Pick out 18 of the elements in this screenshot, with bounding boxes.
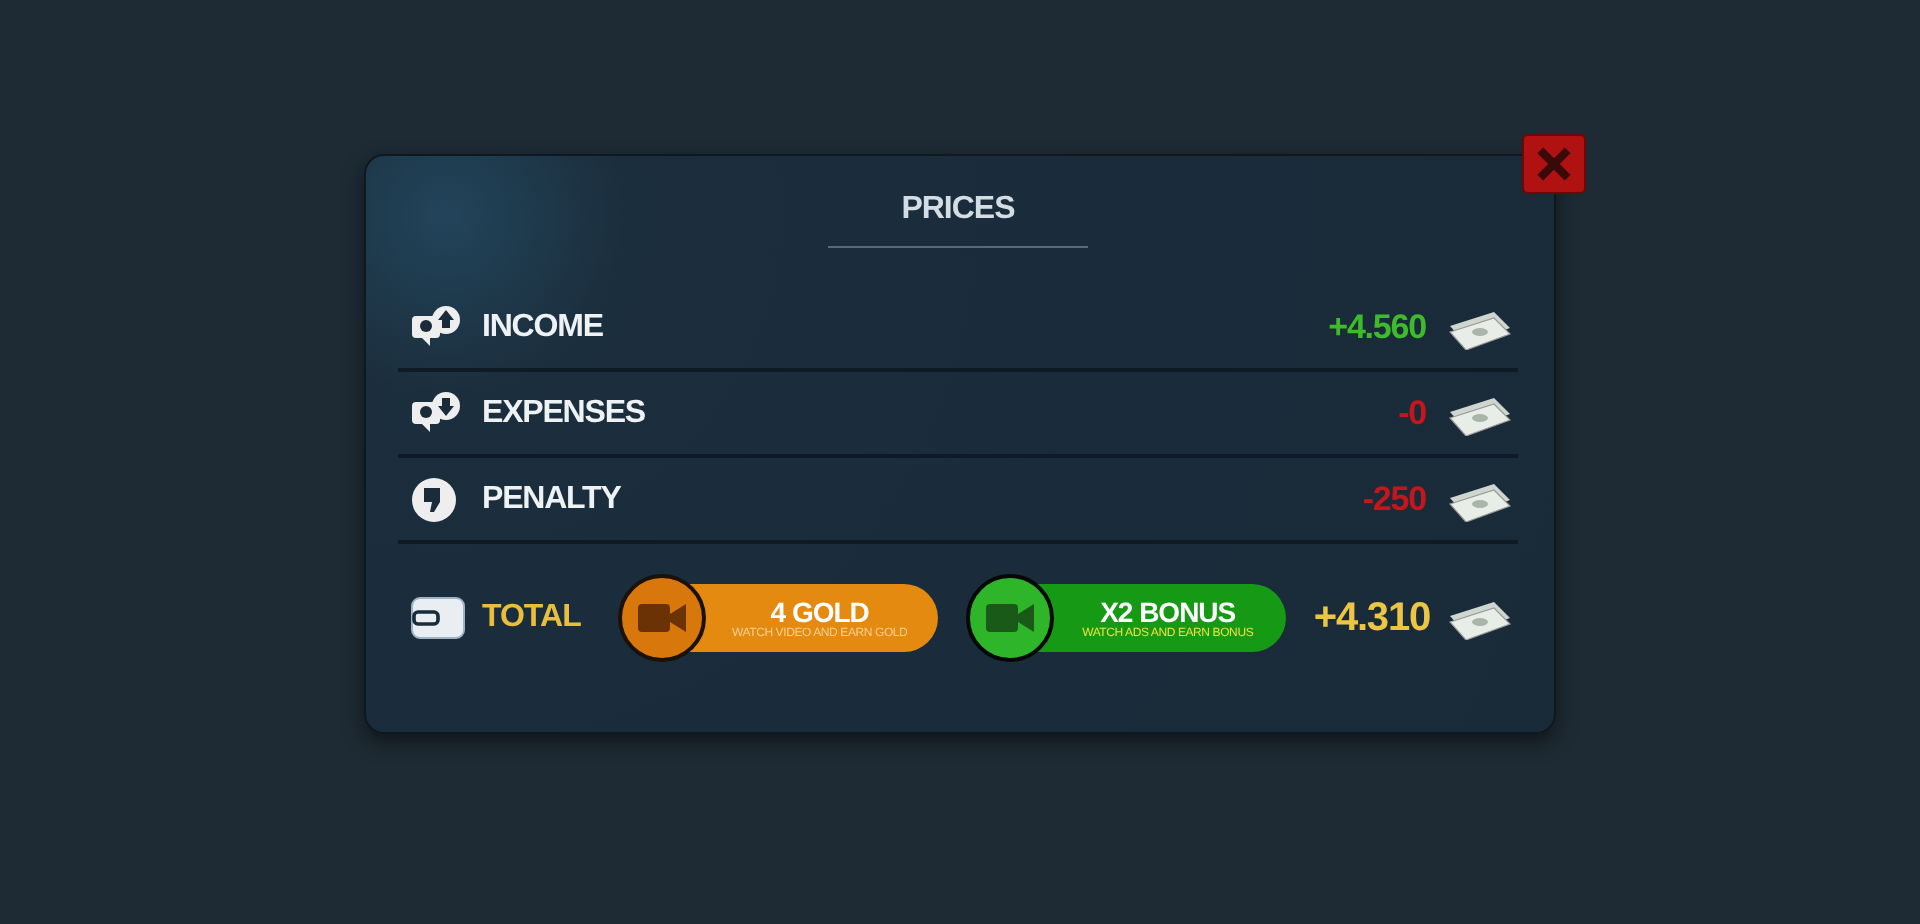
close-button[interactable]	[1522, 134, 1586, 194]
cash-icon	[1446, 596, 1514, 640]
close-icon	[1536, 146, 1572, 182]
row-label: INCOME	[482, 309, 605, 345]
wallet-icon	[410, 594, 466, 642]
people-down-icon	[410, 389, 462, 437]
row-value: +4.560	[1328, 307, 1426, 347]
total-value: +4.310	[1313, 595, 1430, 641]
row-label: EXPENSES	[482, 395, 647, 431]
thumbs-down-icon	[410, 475, 462, 523]
dialog-title: PRICES	[828, 192, 1088, 248]
row-value: -0	[1398, 393, 1426, 433]
row-value: -250	[1362, 479, 1426, 519]
video-camera-icon	[637, 602, 686, 634]
total-label: TOTAL	[482, 600, 583, 636]
people-up-icon	[410, 303, 462, 351]
video-camera-icon	[985, 602, 1034, 634]
row-label: PENALTY	[482, 481, 623, 517]
